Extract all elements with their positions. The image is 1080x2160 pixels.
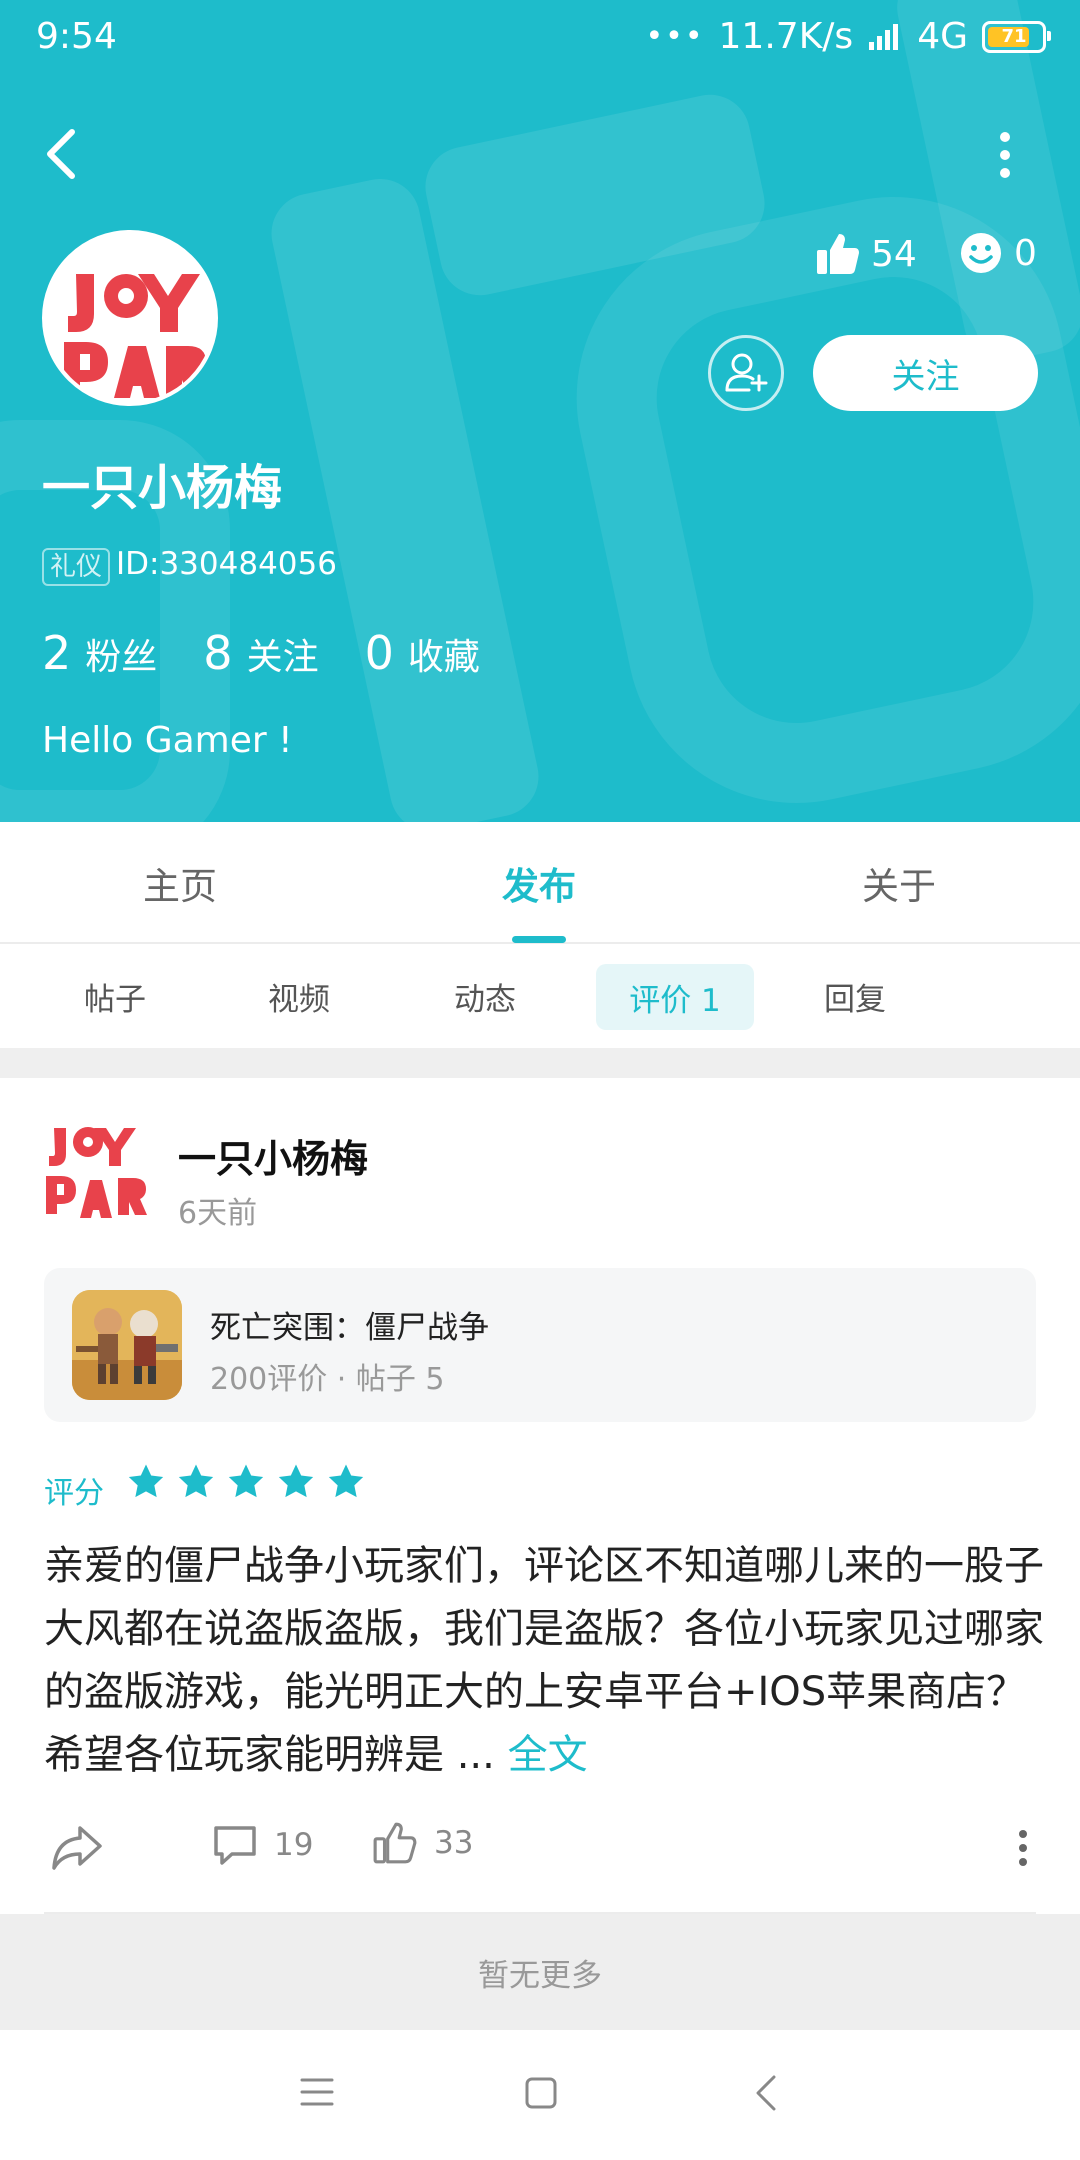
system-nav-bar: [0, 2030, 1080, 2160]
star-icon: [328, 1464, 364, 1498]
favorites-label[interactable]: 收藏: [408, 628, 480, 680]
nav-back-icon[interactable]: [754, 2074, 778, 2112]
profile-stats: 2 粉丝 8 关注 0 收藏: [42, 626, 526, 680]
subtab-threads[interactable]: 帖子: [84, 974, 146, 1019]
tab-posts[interactable]: 发布: [502, 856, 576, 910]
signal-icon: [869, 23, 899, 50]
menu-icon[interactable]: [300, 2076, 334, 2108]
following-count[interactable]: 8: [203, 626, 232, 680]
thumbs-up-icon: [817, 234, 859, 274]
battery-icon: 71: [982, 20, 1051, 53]
post-more-icon[interactable]: [1016, 1828, 1030, 1868]
thumbs-up-outline-icon: [373, 1822, 417, 1864]
review-text[interactable]: 亲爱的僵尸战争小玩家们，评论区不知道哪儿来的一股子大风都在说盗版盗版，我们是盗版…: [44, 1535, 1044, 1787]
subtab-videos[interactable]: 视频: [268, 974, 330, 1019]
battery-level: 71: [1001, 26, 1027, 47]
post-like-count: 33: [434, 1825, 474, 1861]
profile-emoji: 0: [960, 232, 1037, 274]
subtab-replies[interactable]: 回复: [824, 974, 886, 1019]
like-count: 54: [871, 233, 917, 275]
favorites-count[interactable]: 0: [365, 626, 394, 680]
share-button[interactable]: [50, 1822, 104, 1872]
avatar[interactable]: [42, 230, 218, 406]
game-meta: 200评价 · 帖子 5: [210, 1362, 445, 1397]
network-type: 4G: [917, 16, 968, 57]
status-time: 9:54: [36, 16, 117, 57]
sub-tabs: 帖子 视频 动态 评价 1 回复: [0, 944, 1080, 1048]
fans-count[interactable]: 2: [42, 626, 71, 680]
subtab-reviews[interactable]: 评价 1: [596, 964, 754, 1030]
star-icon: [178, 1464, 214, 1498]
post-author-name[interactable]: 一只小杨梅: [178, 1128, 368, 1183]
home-square-icon[interactable]: [524, 2076, 558, 2110]
section-separator: [0, 1048, 1080, 1078]
profile-bio: Hello Gamer !: [42, 720, 293, 761]
status-bar: 9:54 ••• 11.7K/s 4G 71: [0, 0, 1080, 78]
follow-button[interactable]: 关注: [813, 335, 1038, 411]
post-time: 6天前: [178, 1196, 258, 1231]
profile-header: 9:54 ••• 11.7K/s 4G 71 54 0 关注 一只小杨梅 礼仪 …: [0, 0, 1080, 822]
user-id: ID:330484056: [116, 546, 337, 582]
fans-label[interactable]: 粉丝: [85, 628, 157, 680]
rating-label: 评分: [44, 1476, 104, 1511]
main-tabs: 主页 发布 关于: [0, 822, 1080, 944]
tab-indicator: [512, 936, 566, 943]
following-label[interactable]: 关注: [247, 628, 319, 680]
add-user-icon: [725, 353, 768, 392]
post-actions: 19 33: [0, 1818, 1080, 1878]
more-dots-icon: •••: [645, 19, 705, 54]
more-vertical-icon[interactable]: [990, 130, 1020, 180]
game-icon: [72, 1290, 182, 1400]
rating-stars: [126, 1462, 366, 1502]
profile-username: 一只小杨梅: [42, 460, 283, 516]
tab-home[interactable]: 主页: [143, 856, 217, 910]
like-button[interactable]: 33: [372, 1820, 473, 1866]
comment-count: 19: [274, 1827, 314, 1863]
smiley-icon: [961, 233, 1001, 273]
avatar-logo: [64, 274, 208, 398]
profile-likes: 54: [815, 232, 917, 276]
read-more-link[interactable]: 全文: [508, 1732, 588, 1778]
share-icon: [52, 1826, 102, 1870]
game-card[interactable]: 死亡突围：僵尸战争 200评价 · 帖子 5: [44, 1268, 1036, 1422]
subtab-moments[interactable]: 动态: [454, 974, 516, 1019]
network-speed: 11.7K/s: [718, 16, 854, 57]
comment-button[interactable]: 19: [212, 1822, 313, 1868]
back-arrow-icon[interactable]: [42, 124, 82, 184]
star-icon: [128, 1464, 164, 1498]
post-author-avatar[interactable]: [44, 1118, 156, 1230]
star-icon: [228, 1464, 264, 1498]
no-more-indicator: 暂无更多: [0, 1914, 1080, 2030]
game-title: 死亡突围：僵尸战争: [210, 1310, 489, 1346]
comment-icon: [214, 1826, 256, 1865]
user-tag: 礼仪: [42, 548, 111, 586]
add-friend-button[interactable]: [708, 335, 784, 411]
star-icon: [278, 1464, 314, 1498]
tab-about[interactable]: 关于: [862, 856, 936, 910]
emoji-count: 0: [1014, 232, 1037, 274]
